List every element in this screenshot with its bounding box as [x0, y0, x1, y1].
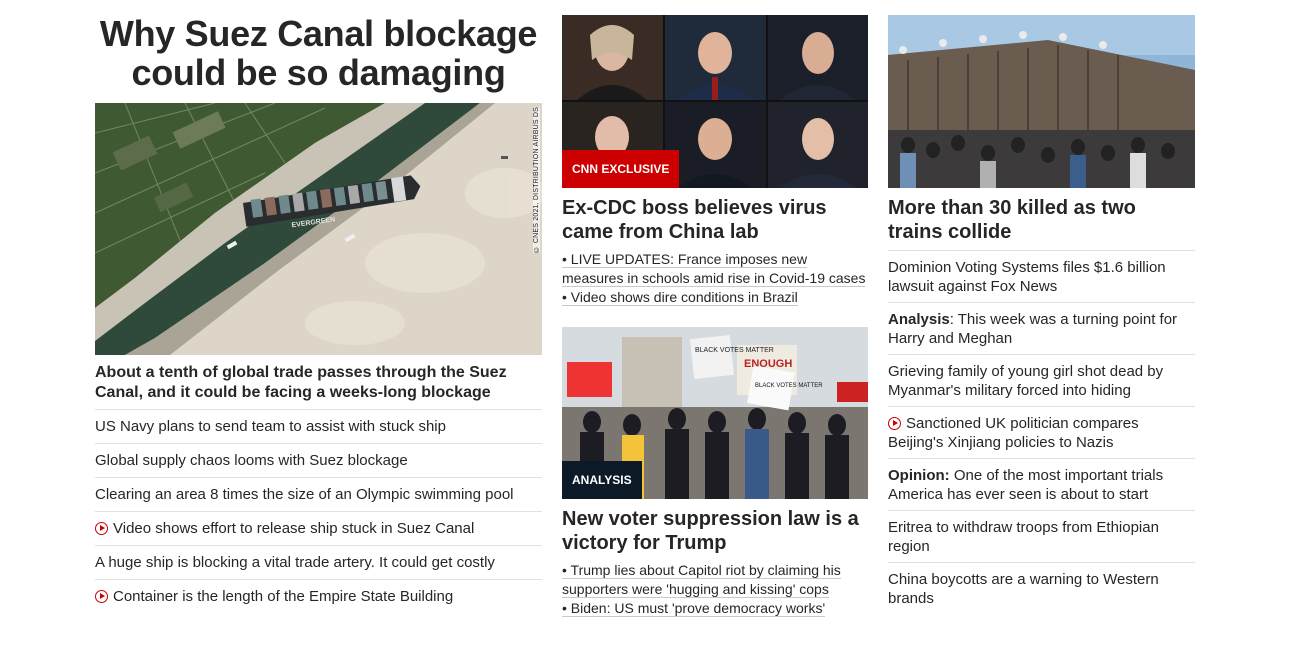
link-prefix: Opinion: [888, 467, 950, 484]
link-text: Global supply chaos looms with Suez bloc… [95, 452, 408, 469]
link-text: • Biden: US must 'prove democracy works' [562, 600, 826, 617]
link-text: • Trump lies about Capitol riot by claim… [562, 562, 841, 598]
news-homepage: Why Suez Canal blockage could be so dama… [0, 0, 1290, 651]
list-item[interactable]: Video shows effort to release ship stuck… [95, 511, 542, 545]
list-item[interactable]: Eritrea to withdraw troops from Ethiopia… [888, 510, 1195, 562]
list-item[interactable]: Sanctioned UK politician compares Beijin… [888, 406, 1195, 458]
satellite-photo: EVERGREEN [95, 103, 542, 355]
analysis-badge: ANALYSIS [562, 461, 642, 499]
link-text: Eritrea to withdraw troops from Ethiopia… [888, 519, 1159, 555]
list-item[interactable]: Grieving family of young girl shot dead … [888, 354, 1195, 406]
lead-related-links: US Navy plans to send team to assist wit… [95, 409, 542, 613]
link-text: Dominion Voting Systems files $1.6 billi… [888, 259, 1166, 295]
image-credit: © CNES 2021, DISTRIBUTION AIRBUS DS [533, 107, 540, 253]
list-item[interactable]: Dominion Voting Systems files $1.6 billi… [888, 250, 1195, 302]
card-headline[interactable]: More than 30 killed as two trains collid… [888, 196, 1195, 244]
list-item[interactable]: Clearing an area 8 times the size of an … [95, 477, 542, 511]
link-text: Container is the length of the Empire St… [113, 588, 454, 605]
link-text: Grieving family of young girl shot dead … [888, 363, 1164, 399]
exclusive-badge: CNN EXCLUSIVE [562, 150, 680, 188]
lead-headline[interactable]: Why Suez Canal blockage could be so dama… [95, 14, 542, 92]
middle-stories-column: CNN EXCLUSIVE Ex-CDC boss believes virus… [562, 0, 868, 618]
card-related-links: • Trump lies about Capitol riot by claim… [562, 561, 868, 618]
link-text: US Navy plans to send team to assist wit… [95, 418, 446, 435]
lead-subheadline[interactable]: About a tenth of global trade passes thr… [95, 363, 542, 403]
headline-list: Dominion Voting Systems files $1.6 billi… [888, 250, 1195, 614]
suez-satellite-image[interactable]: EVERGREEN © CNES 2021, DISTRIBUTION AIRB… [95, 103, 542, 355]
list-item[interactable]: A huge ship is blocking a vital trade ar… [95, 545, 542, 579]
right-stories-column: More than 30 killed as two trains collid… [888, 0, 1195, 614]
list-item[interactable]: Opinion: One of the most important trial… [888, 458, 1195, 510]
list-item[interactable]: China boycotts are a warning to Western … [888, 562, 1195, 614]
link-text: Clearing an area 8 times the size of an … [95, 486, 514, 503]
protest-image[interactable]: ENOUGH BLACK VOTES MATTER BLACK VOTES MA… [562, 327, 868, 499]
card-headline[interactable]: New voter suppression law is a victory f… [562, 507, 868, 555]
sign-text: ENOUGH [744, 358, 792, 370]
play-video-icon [95, 522, 108, 535]
cdc-officials-image[interactable]: CNN EXCLUSIVE [562, 15, 868, 188]
sign-text: BLACK VOTES MATTER [755, 383, 823, 389]
lead-story-column: Why Suez Canal blockage could be so dama… [95, 0, 542, 613]
list-item[interactable]: Container is the length of the Empire St… [95, 579, 542, 613]
link-text: Video shows effort to release ship stuck… [113, 520, 475, 537]
list-item[interactable]: US Navy plans to send team to assist wit… [95, 409, 542, 443]
list-item[interactable]: • Video shows dire conditions in Brazil [562, 288, 868, 307]
link-text: • Video shows dire conditions in Brazil [562, 289, 798, 306]
link-text: China boycotts are a warning to Western … [888, 571, 1159, 607]
link-prefix: Analysis [888, 311, 950, 328]
train-crash-photo [888, 15, 1195, 188]
train-crash-image[interactable] [888, 15, 1195, 188]
link-text: • LIVE UPDATES: France imposes new measu… [562, 251, 866, 287]
list-item[interactable]: • LIVE UPDATES: France imposes new measu… [562, 250, 868, 288]
sign-text: BLACK VOTES MATTER [695, 347, 774, 354]
card-related-links: • LIVE UPDATES: France imposes new measu… [562, 250, 868, 307]
list-item[interactable]: • Biden: US must 'prove democracy works' [562, 599, 868, 618]
card-headline[interactable]: Ex-CDC boss believes virus came from Chi… [562, 196, 868, 244]
play-video-icon [95, 590, 108, 603]
play-video-icon [888, 417, 901, 430]
list-item[interactable]: Analysis: This week was a turning point … [888, 302, 1195, 354]
link-text: A huge ship is blocking a vital trade ar… [95, 554, 495, 571]
list-item[interactable]: • Trump lies about Capitol riot by claim… [562, 561, 868, 599]
link-text: Sanctioned UK politician compares Beijin… [888, 415, 1139, 451]
list-item[interactable]: Global supply chaos looms with Suez bloc… [95, 443, 542, 477]
